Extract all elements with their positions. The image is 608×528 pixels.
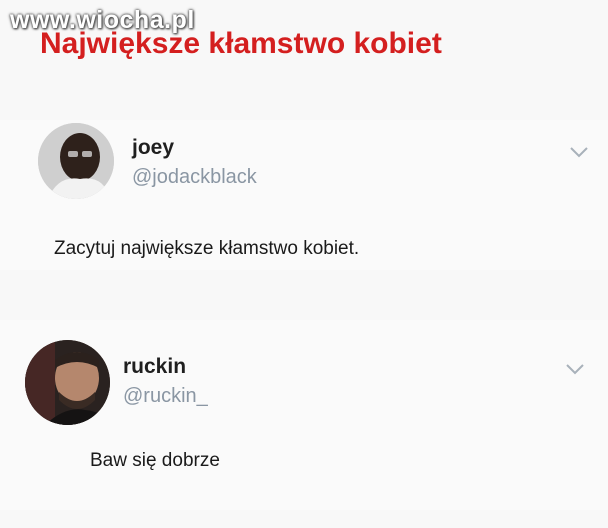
chevron-down-icon[interactable]: [568, 145, 590, 159]
author-name[interactable]: ruckin: [123, 355, 186, 379]
tweet-text: Baw się dobrze: [90, 450, 220, 471]
author-name[interactable]: joey: [132, 136, 174, 160]
author-handle[interactable]: @jodackblack: [132, 166, 257, 189]
watermark: www.wiocha.pl: [10, 6, 195, 34]
person-avatar-icon: [38, 123, 114, 199]
author-handle[interactable]: @ruckin_: [123, 385, 208, 408]
person-avatar-icon: [25, 340, 110, 425]
chevron-down-icon[interactable]: [564, 362, 586, 376]
page: www.wiocha.pl Największe kłamstwo kobiet…: [0, 0, 608, 528]
tweet-card-2[interactable]: ruckin @ruckin_ Baw się dobrze: [0, 320, 608, 510]
tweet-text: Zacytuj największe kłamstwo kobiet.: [54, 238, 360, 259]
avatar[interactable]: [38, 123, 114, 199]
tweet-card-1[interactable]: joey @jodackblack Zacytuj największe kła…: [0, 120, 608, 270]
avatar[interactable]: [25, 340, 110, 425]
